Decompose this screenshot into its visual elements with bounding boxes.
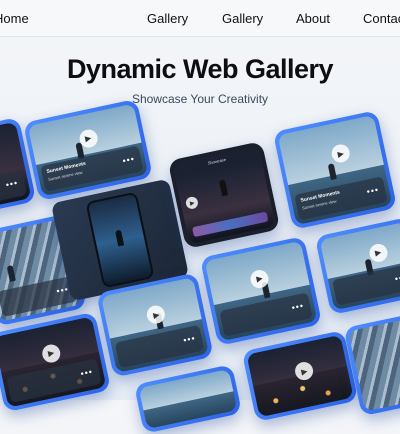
person-figure bbox=[115, 229, 125, 247]
more-dots-icon[interactable]: ••• bbox=[366, 184, 380, 196]
more-dots-icon[interactable]: ••• bbox=[182, 333, 196, 345]
gallery-card[interactable] bbox=[133, 364, 243, 434]
more-dots-icon[interactable]: ••• bbox=[291, 300, 305, 312]
phone-screen bbox=[85, 191, 155, 289]
card-image: ▶ ••• bbox=[0, 316, 107, 408]
gallery-card[interactable]: ▶ ••• bbox=[0, 311, 112, 413]
card-image: ▶ Sunset Moments Sunset serene view ••• bbox=[277, 114, 393, 226]
more-dots-icon[interactable]: ••• bbox=[80, 366, 94, 378]
card-image bbox=[138, 368, 238, 430]
gallery-card[interactable] bbox=[343, 313, 400, 417]
card-image: Showcase ▶ bbox=[172, 145, 276, 245]
app-card[interactable]: Showcase ▶ bbox=[167, 141, 281, 249]
gallery-card[interactable]: ▶ ••• bbox=[314, 216, 400, 316]
more-dots-icon[interactable]: ••• bbox=[122, 154, 136, 166]
card-image: ▶ ••• bbox=[204, 240, 318, 342]
card-image: ▶ Sunset Moments Sunset serene view ••• bbox=[27, 103, 149, 197]
card-image bbox=[348, 318, 400, 412]
gallery-card[interactable]: ▶ bbox=[241, 329, 359, 423]
more-dots-icon[interactable]: ••• bbox=[5, 178, 19, 190]
card-image: ▶ ••• bbox=[100, 277, 210, 373]
card-image: ▶ ••• bbox=[319, 221, 400, 311]
gallery-card[interactable]: ▶ ••• bbox=[199, 235, 323, 347]
more-dots-icon[interactable]: ••• bbox=[394, 272, 400, 284]
card-image: ▶ bbox=[246, 334, 354, 418]
gallery-card[interactable]: ▶ Sunset Moments Sunset serene view ••• bbox=[272, 110, 398, 230]
gallery-grid: ••• ▶ Sunset Moments Sunset serene view … bbox=[0, 0, 400, 434]
